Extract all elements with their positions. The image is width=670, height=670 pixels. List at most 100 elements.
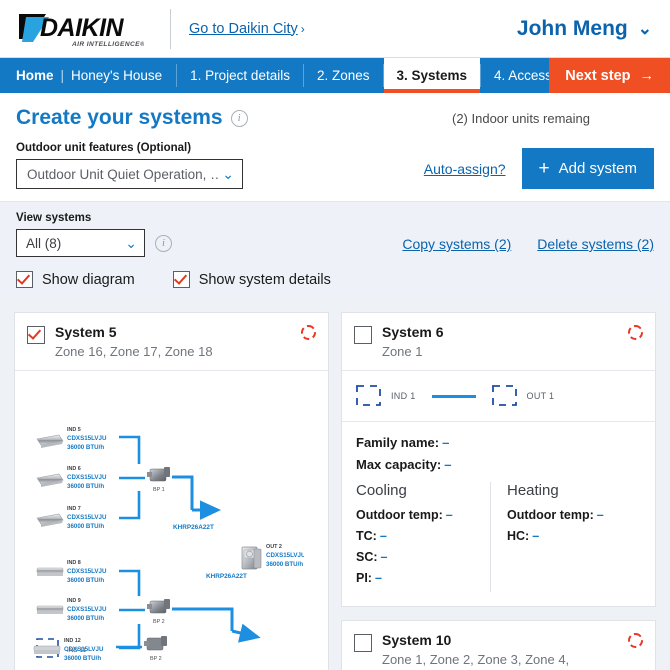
header-actions: Auto-assign? + Add system [424,148,654,189]
svg-text:CDXS15LVJU: CDXS15LVJU [67,435,107,442]
svg-text:IND 5: IND 5 [67,427,81,433]
user-name: John Meng [516,16,628,40]
heating-outdoor-temp-value: – [596,508,604,523]
outdoor-features-label: Outdoor unit features (Optional) [16,142,192,154]
system-6-title: System 6 [382,324,444,340]
svg-text:IND 6: IND 6 [67,466,81,472]
system-6-checkbox[interactable] [354,326,372,344]
indoor-unit-ind-7 [36,513,64,528]
view-systems-select[interactable]: All (8) ⌄ [16,229,145,257]
svg-text:CDXS15LVJU: CDXS15LVJU [67,568,107,575]
chevron-right-icon: › [300,21,305,36]
checkbox-icon [172,271,190,288]
cooling-outdoor-temp: Outdoor temp: – [356,508,490,522]
svg-text:CDXS15LVJU: CDXS15LVJU [67,514,107,521]
system-10-status-icon[interactable] [628,633,643,649]
page-header: Create your systems i (2) Indoor units r… [0,93,670,201]
system-6-status-icon[interactable] [628,325,643,340]
system-10-checkbox[interactable] [354,634,372,653]
nav-home[interactable]: Home | Honey's House [0,58,176,93]
svg-text:CDXS15LVJU: CDXS15LVJU [67,606,107,613]
system-6-header: System 6 Zone 1 [342,313,655,372]
outdoor-features-value: Outdoor Unit Quiet Operation, … [27,166,219,182]
system-6-titles: System 6 Zone 1 [382,324,443,360]
system-5-status-icon[interactable] [301,325,316,340]
heating-hc-label: HC: [507,529,530,544]
family-name-value: – [442,435,450,451]
view-systems-value: All (8) [26,235,62,251]
next-step-button[interactable]: Next step → [549,58,670,93]
tab-project-details[interactable]: 1. Project details [177,58,303,93]
cooling-tc-value: – [379,529,387,544]
system-10-title: System 10 [382,632,452,649]
cooling-outdoor-temp-value: – [445,508,453,523]
systems-toolbar: View systems All (8) ⌄ i Copy systems (2… [0,201,670,300]
main-navigation: Home | Honey's House 1. Project details … [0,58,670,93]
svg-text:IND 9: IND 9 [67,598,81,604]
svg-text:36000 BTU/h: 36000 BTU/h [67,483,104,490]
system-10-titles: System 10 Zone 1, Zone 2, Zone 3, Zone 4… [382,632,587,670]
system-10-header: System 10 Zone 1, Zone 2, Zone 3, Zone 4… [342,621,655,670]
max-capacity-row: Max capacity: – [356,457,641,472]
view-systems-info-icon[interactable]: i [155,234,172,252]
cooling-tc-label: TC: [356,529,377,544]
nav-home-label: Home [16,68,54,83]
delete-systems-link[interactable]: Delete systems (2) [537,236,654,252]
max-capacity-value: – [444,457,452,473]
branch-port-bp-1 [147,467,170,482]
view-systems-group: View systems All (8) ⌄ i [16,212,172,257]
copy-systems-link[interactable]: Copy systems (2) [402,236,511,252]
outdoor-features-select[interactable]: Outdoor Unit Quiet Operation, … ⌄ [16,159,243,189]
application-window: DAIKIN AIR INTELLIGENCE® Go to Daikin Ci… [0,0,670,670]
systems-bulk-actions: Copy systems (2) Delete systems (2) [402,236,654,257]
heating-outdoor-temp-label: Outdoor temp: [507,508,594,523]
svg-text:36000 BTU/h: 36000 BTU/h [67,444,104,451]
system-10-zones: Zone 1, Zone 2, Zone 3, Zone 4, Zone 5, … [382,651,573,670]
chevron-down-icon: ⌄ [222,165,234,182]
system-5-diagram: IND 5 CDXS15LVJU 36000 BTU/h IND 6 CDXS1… [15,371,328,670]
checkbox-icon [16,271,33,288]
indoor-units-remaining: (2) Indoor units remaing [452,111,591,126]
svg-text:BP 2: BP 2 [153,619,165,625]
system-6-details: Family name: – Max capacity: – Cooling Out… [342,422,655,606]
systems-column-right: System 6 Zone 1 IND 1 OUT 1 Family name:… [341,312,656,670]
show-diagram-checkbox[interactable]: Show diagram [16,271,135,288]
cooling-pi-value: – [374,571,382,586]
cooling-pi: PI: – [356,571,490,585]
tab-systems[interactable]: 3. Systems [383,58,481,93]
indoor-placeholder-icon [356,385,381,406]
page-title: Create your systems [16,106,223,129]
systems-column-left: System 5 Zone 16, Zone 17, Zone 18 IND 5… [14,312,329,670]
cooling-heating-columns: Cooling Outdoor temp: – TC: – SC: – PI: … [356,482,641,593]
systems-list: System 5 Zone 16, Zone 17, Zone 18 IND 5… [0,312,670,670]
info-icon[interactable]: i [230,109,248,127]
cooling-heading: Cooling [356,482,407,500]
show-system-details-checkbox[interactable]: Show system details [172,271,331,288]
system-5-checkbox[interactable] [27,326,45,344]
nav-home-separator: | [60,68,65,83]
indoor-unit-ind-5 [36,434,64,449]
svg-text:36000 BTU/h: 36000 BTU/h [67,577,104,584]
max-capacity-label: Max capacity: [356,457,442,473]
daikin-logo-icon: DAIKIN AIR INTELLIGENCE® [19,13,144,48]
tab-zones[interactable]: 2. Zones [304,58,383,93]
go-to-daikin-city-link[interactable]: Go to Daikin City › [189,21,305,37]
auto-assign-link[interactable]: Auto-assign? [424,161,506,177]
svg-text:AIR INTELLIGENCE®: AIR INTELLIGENCE® [71,40,144,48]
branch-port-bp-2-upper [147,599,170,614]
cooling-sc-label: SC: [356,550,378,565]
chevron-down-icon: ⌄ [637,18,652,38]
outdoor-features-row: Outdoor unit features (Optional) Outdoor… [16,142,654,189]
add-system-button[interactable]: + Add system [521,148,654,189]
outdoor-features-group: Outdoor unit features (Optional) Outdoor… [16,142,243,189]
daikin-logo[interactable]: DAIKIN AIR INTELLIGENCE® [0,9,156,49]
heating-hc-value: – [532,529,540,544]
cooling-tc: TC: – [356,529,490,543]
system-5-header: System 5 Zone 16, Zone 17, Zone 18 [15,313,328,372]
svg-text:KHRP26A22T: KHRP26A22T [173,524,214,531]
user-menu[interactable]: John Meng ⌄ [517,17,652,41]
indoor-unit-ind-8 [36,567,64,577]
heating-heading: Heating [507,482,559,500]
system-6-connector-line [431,394,476,398]
header-divider [170,8,171,49]
